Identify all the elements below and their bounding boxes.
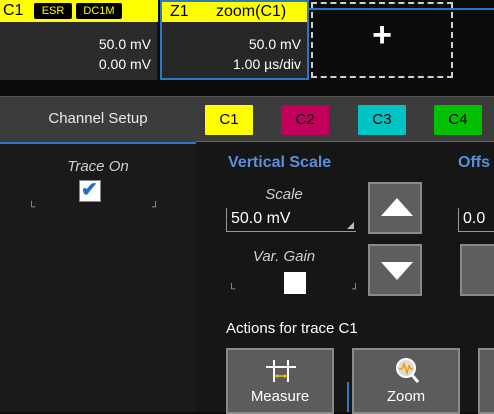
scale-input[interactable]: 50.0 mV (226, 208, 356, 232)
scale-increase-button[interactable] (368, 182, 422, 234)
actions-label: Actions for trace C1 (226, 320, 358, 337)
more-actions-button[interactable] (478, 348, 494, 414)
offset-value: 0.0 (463, 210, 486, 227)
tab-c1[interactable]: C1 (205, 105, 253, 135)
scale-value: 50.0 mV (231, 210, 291, 227)
c1-descriptor[interactable]: C1 ESR DC1M 50.0 mV 0.00 mV (0, 0, 158, 80)
tab-channel-setup-label: Channel Setup (48, 110, 148, 127)
c1-offset: 0.00 mV (98, 56, 151, 72)
measure-button[interactable]: Measure (226, 348, 334, 414)
zoom-pointer-line (347, 382, 349, 412)
add-trace-slot[interactable]: + (311, 2, 453, 78)
esr-tag: ESR (34, 3, 72, 19)
c1-vertical-scale: 50.0 mV (98, 36, 151, 52)
scale-label: Scale (265, 186, 303, 203)
bracket-right-icon: ┘ (152, 202, 160, 213)
scale-decrease-button[interactable] (368, 244, 422, 296)
trace-on-label: Trace On (67, 158, 129, 175)
resize-corner-icon (347, 222, 354, 229)
tab-channel-setup[interactable]: Channel Setup (0, 97, 196, 143)
arrow-down-icon (381, 262, 413, 280)
z1-descriptor[interactable]: Z1 zoom(C1) 50.0 mV 1.00 µs/div (160, 0, 309, 80)
c1-descriptor-header: C1 ESR DC1M (0, 0, 158, 22)
plus-icon: + (372, 16, 392, 54)
checkmark-icon: ✔ (81, 179, 98, 201)
arrow-up-icon (381, 198, 413, 216)
measure-button-label: Measure (250, 388, 310, 405)
bracket-right-icon: ┘ (352, 284, 360, 295)
coupling-tag: DC1M (76, 3, 122, 19)
z1-descriptor-header: Z1 zoom(C1) (162, 2, 307, 22)
var-gain-label: Var. Gain (252, 248, 316, 265)
zoom-button-label: Zoom (386, 388, 426, 405)
offset-title: Offs (458, 154, 490, 171)
z1-descriptor-name: zoom(C1) (216, 3, 287, 20)
var-gain-checkbox[interactable] (284, 272, 306, 294)
trace-on-checkbox[interactable]: ✔ (79, 179, 101, 202)
trace-on-panel: Trace On ✔ └ ┘ (0, 142, 196, 412)
offset-button[interactable] (460, 244, 494, 296)
dialog-tab-bar: Channel Setup C1 C2 C3 C4 (0, 96, 494, 143)
vertical-panel: Vertical Scale Offs Scale 50.0 mV Var. G… (196, 142, 494, 414)
zoom-icon (396, 358, 420, 383)
tab-c3[interactable]: C3 (358, 105, 406, 135)
vertical-scale-title: Vertical Scale (228, 154, 332, 171)
c1-descriptor-label: C1 (3, 2, 24, 19)
z1-descriptor-label: Z1 (170, 3, 189, 20)
tab-c2[interactable]: C2 (281, 105, 329, 135)
tab-c4[interactable]: C4 (434, 105, 482, 135)
z1-vertical-scale: 50.0 mV (248, 36, 301, 52)
z1-timebase: 1.00 µs/div (233, 56, 301, 72)
zoom-button[interactable]: Zoom (352, 348, 460, 414)
offset-input[interactable]: 0.0 (458, 208, 494, 232)
measure-icon (266, 360, 296, 382)
bracket-left-icon: └ (228, 284, 236, 295)
bracket-left-icon: └ (28, 202, 36, 213)
